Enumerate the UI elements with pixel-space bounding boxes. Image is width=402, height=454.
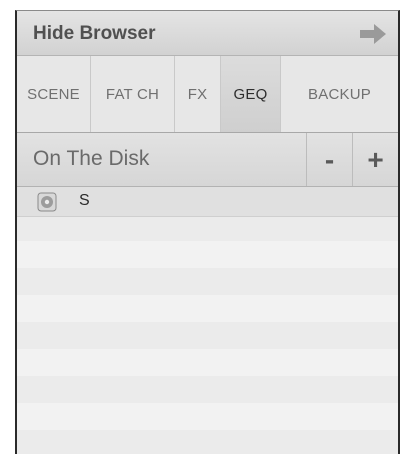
hide-browser-label: Hide Browser (33, 23, 156, 44)
list-item-name: S (79, 192, 90, 209)
add-button[interactable]: + (352, 133, 398, 186)
disk-icon (37, 192, 57, 212)
remove-button[interactable]: - (306, 133, 352, 186)
tab-label: BACKUP (308, 85, 371, 103)
tab-scene[interactable]: SCENE (17, 56, 91, 132)
browser-panel: Hide Browser SCENE FAT CH FX GEQ BACKUP … (15, 10, 400, 454)
disk-location-label: On The Disk (33, 147, 150, 170)
tab-fat-ch[interactable]: FAT CH (91, 56, 175, 132)
tab-bar: SCENE FAT CH FX GEQ BACKUP (17, 56, 398, 133)
tab-label: GEQ (233, 85, 268, 103)
tab-label: FAT CH (105, 85, 160, 103)
file-list: S (17, 187, 398, 454)
tab-label: SCENE (27, 85, 80, 103)
disk-header: On The Disk - + (17, 133, 398, 187)
arrow-right-icon[interactable] (358, 23, 388, 45)
tab-fx[interactable]: FX (175, 56, 221, 132)
tab-label: FX (187, 85, 208, 103)
tab-backup[interactable]: BACKUP (281, 56, 398, 132)
tab-geq[interactable]: GEQ (221, 56, 281, 132)
hide-browser-bar[interactable]: Hide Browser (17, 11, 398, 56)
list-item[interactable]: S (17, 187, 398, 217)
